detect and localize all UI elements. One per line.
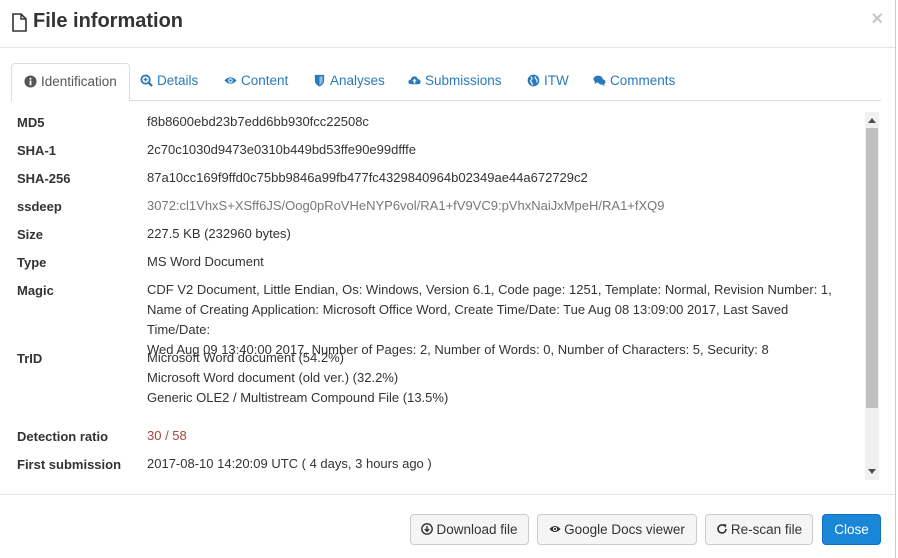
tab-bar: Identification Details Content Analyses: [11, 63, 881, 102]
download-file-button[interactable]: Download file: [410, 514, 529, 545]
file-information-dialog: File information × Identification Detail…: [0, 0, 896, 558]
scroll-up-arrow-icon[interactable]: [868, 118, 876, 123]
info-label: ssdeep: [17, 199, 62, 214]
ssdeep-value: 3072:cl1VhxS+XSff6JS/Oog0pRoVHeNYP6vol/R…: [147, 198, 665, 213]
tab-submissions[interactable]: Submissions: [408, 63, 502, 101]
info-label: SHA-1: [17, 143, 57, 158]
button-label: Download file: [436, 522, 518, 537]
info-label: Size: [17, 227, 44, 242]
file-icon: [12, 13, 27, 32]
tab-label: Identification: [41, 74, 117, 89]
trid-line: Generic OLE2 / Multistream Compound File…: [147, 390, 449, 405]
trid-line: Microsoft Word document (old ver.) (32.2…: [147, 370, 399, 385]
info-circle-icon: [24, 75, 37, 88]
tab-content[interactable]: Content: [224, 63, 288, 101]
sha256-value: 87a10cc169f9ffd0c75bb9846a99fb477fc43298…: [147, 170, 588, 185]
button-label: Re-scan file: [730, 522, 803, 537]
info-label: Magic: [17, 283, 54, 298]
tab-itw[interactable]: ITW: [527, 63, 569, 101]
first-submission-value: 2017-08-10 14:20:09 UTC ( 4 days, 3 hour…: [147, 456, 432, 471]
globe-icon: [527, 74, 540, 87]
detection-ratio-value: 30 / 58: [147, 428, 187, 443]
tab-label: Analyses: [330, 73, 385, 88]
info-label: SHA-256: [17, 171, 71, 186]
button-label: Google Docs viewer: [564, 522, 685, 537]
info-label: Type: [17, 255, 47, 270]
type-value: MS Word Document: [147, 254, 264, 269]
info-label: Detection ratio: [17, 429, 109, 444]
size-value: 227.5 KB (232960 bytes): [147, 226, 291, 241]
comments-icon: [593, 75, 606, 87]
info-label: First submission: [17, 457, 122, 472]
eye-icon: [549, 526, 561, 532]
trid-line: Microsoft Word document (54.2%): [147, 350, 344, 365]
tab-details[interactable]: Details: [140, 63, 198, 101]
scrollbar-thumb[interactable]: [866, 128, 878, 408]
tab-label: Details: [157, 73, 199, 88]
panel-scrollbar[interactable]: [865, 112, 879, 480]
button-label: Close: [834, 522, 869, 537]
md5-value: f8b8600ebd23b7edd6bb930fcc22508c: [147, 114, 369, 129]
close-button[interactable]: Close: [822, 514, 881, 545]
dialog-title: File information: [33, 10, 183, 32]
sha1-value: 2c70c1030d9473e0310b449bd53ffe90e99dfffe: [147, 142, 416, 157]
rescan-file-button[interactable]: Re-scan file: [705, 514, 813, 545]
cloud-upload-icon: [408, 76, 421, 85]
trid-value: Microsoft Word document (54.2%) Microsof…: [147, 348, 851, 408]
tab-comments[interactable]: Comments: [593, 63, 675, 101]
eye-icon: [224, 77, 237, 84]
tab-label: ITW: [544, 73, 569, 88]
identification-panel[interactable]: MD5 f8b8600ebd23b7edd6bb930fcc22508c SHA…: [11, 112, 881, 480]
tab-label: Comments: [610, 73, 676, 88]
shield-icon: [314, 74, 325, 87]
refresh-icon: [717, 524, 727, 534]
tab-label: Submissions: [425, 73, 502, 88]
dialog-header: File information ×: [0, 0, 895, 48]
dialog-footer: Download file Google Docs viewer Re-scan…: [0, 494, 895, 558]
info-label: MD5: [17, 115, 45, 130]
tab-identification[interactable]: Identification: [11, 63, 130, 102]
tab-analyses[interactable]: Analyses: [313, 63, 385, 101]
magic-line: Name of Creating Application: Microsoft …: [147, 302, 789, 337]
tab-label: Content: [241, 73, 289, 88]
scroll-down-arrow-icon[interactable]: [868, 469, 876, 474]
google-docs-viewer-button[interactable]: Google Docs viewer: [537, 514, 697, 545]
info-label: TrID: [17, 351, 43, 366]
search-plus-icon: [140, 74, 153, 87]
magic-line: CDF V2 Document, Little Endian, Os: Wind…: [147, 282, 832, 297]
close-icon[interactable]: ×: [871, 9, 883, 29]
arrow-circle-down-icon: [421, 523, 434, 535]
